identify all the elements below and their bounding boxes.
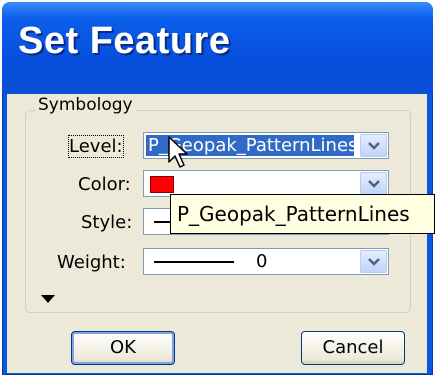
weight-select[interactable]: 0 xyxy=(143,248,389,275)
window-title: Set Feature xyxy=(18,20,231,62)
chevron-down-icon xyxy=(368,180,380,188)
symbology-group-label: Symbology xyxy=(35,95,136,115)
chevron-down-icon xyxy=(368,142,380,150)
triangle-down-icon[interactable] xyxy=(41,295,55,303)
color-select[interactable] xyxy=(143,170,389,197)
dialog-window: Set Feature Symbology Level: P_Geopak_Pa… xyxy=(2,2,433,375)
level-label: Level: xyxy=(68,135,124,158)
color-dropdown-button[interactable] xyxy=(360,172,387,195)
chevron-down-icon xyxy=(368,258,380,266)
ok-button[interactable]: OK xyxy=(71,331,175,365)
mouse-pointer-icon xyxy=(168,136,188,168)
title-bar[interactable]: Set Feature xyxy=(2,2,433,94)
weight-line-sample xyxy=(154,261,234,263)
level-tooltip: P_Geopak_PatternLines xyxy=(170,194,435,234)
weight-dropdown-button[interactable] xyxy=(360,250,387,273)
style-label: Style: xyxy=(81,212,133,233)
cancel-button[interactable]: Cancel xyxy=(301,331,405,365)
weight-label: Weight: xyxy=(57,252,126,273)
color-label: Color: xyxy=(78,174,131,195)
level-dropdown-button[interactable] xyxy=(360,134,387,157)
color-swatch xyxy=(150,176,174,193)
weight-value: 0 xyxy=(256,251,268,272)
